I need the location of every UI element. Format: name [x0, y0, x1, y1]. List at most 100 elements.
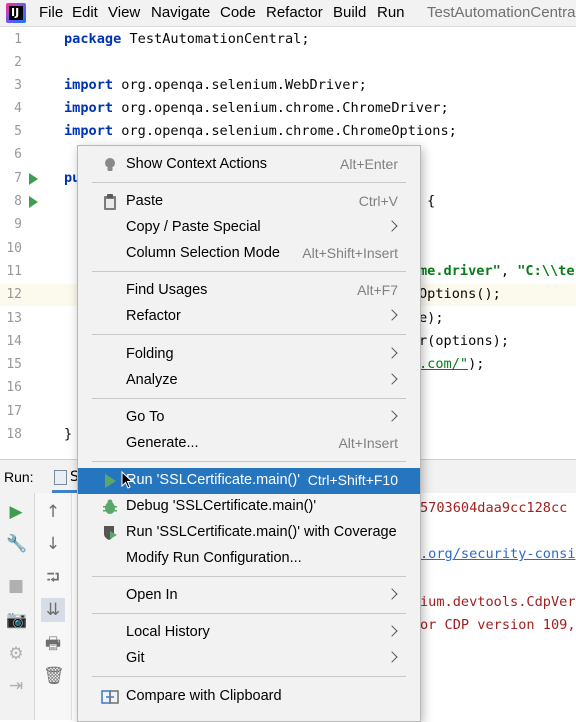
menu-item-find-usages[interactable]: Find Usages Alt+F7: [78, 278, 420, 304]
menu-item-folding[interactable]: Folding: [78, 342, 420, 368]
menu-item-open-in[interactable]: Open In: [78, 583, 420, 609]
menu-item-analyze[interactable]: Analyze: [78, 368, 420, 394]
soft-wrap-icon[interactable]: ⮒: [43, 568, 63, 588]
menu-view[interactable]: View: [108, 4, 140, 21]
code-line: r(options);: [419, 333, 510, 349]
debug-bug-icon: [103, 499, 117, 514]
menu-item-column-selection-mode[interactable]: Column Selection Mode Alt+Shift+Insert: [78, 241, 420, 267]
code-line: Options();: [419, 286, 501, 302]
menu-separator: [92, 461, 406, 462]
run-label: Run:: [4, 469, 34, 485]
wrench-icon[interactable]: 🔧: [6, 534, 27, 554]
arrow-down-icon[interactable]: ↓: [43, 534, 63, 554]
window-title: TestAutomationCentral: [427, 4, 576, 21]
menu-edit[interactable]: Edit: [72, 4, 98, 21]
line-number: 15: [6, 357, 22, 372]
line-number: 14: [6, 334, 22, 349]
menu-item-git[interactable]: Git: [78, 646, 420, 672]
scroll-to-end-icon[interactable]: ⇊: [41, 598, 65, 622]
line-number: 3: [14, 78, 22, 93]
menu-item-compare-with-clipboard[interactable]: Compare with Clipboard: [78, 684, 420, 710]
exit-icon[interactable]: ⇥: [6, 676, 26, 696]
clipboard-icon: [104, 194, 116, 210]
menu-navigate[interactable]: Navigate: [151, 4, 210, 21]
code-line: }: [64, 426, 73, 442]
arrow-up-icon[interactable]: ↑: [43, 502, 63, 522]
line-number: 13: [6, 311, 22, 326]
gear-icon[interactable]: ⚙: [6, 644, 26, 664]
stop-icon[interactable]: ■: [6, 576, 26, 596]
code-line: import org.openqa.selenium.chrome.Chrome…: [64, 123, 457, 139]
line-number: 9: [14, 217, 22, 232]
menu-item-copy-paste-special[interactable]: Copy / Paste Special: [78, 215, 420, 241]
menu-item-modify-run-configuration[interactable]: Modify Run Configuration...: [78, 546, 420, 572]
menu-refactor[interactable]: Refactor: [266, 4, 323, 21]
print-icon[interactable]: 🖶: [43, 634, 63, 654]
menu-separator: [92, 576, 406, 577]
line-number: 18: [6, 427, 22, 442]
code-line: .com/");: [419, 356, 485, 372]
file-icon: [54, 470, 67, 485]
console-line: ium.devtools.CdpVer: [420, 594, 576, 610]
line-number: 11: [6, 264, 22, 279]
menu-separator: [92, 398, 406, 399]
menu-item-run-with-coverage[interactable]: Run 'SSLCertificate.main()' with Coverag…: [78, 520, 420, 546]
run-icon: [105, 474, 116, 488]
line-number: 4: [14, 101, 22, 116]
menu-separator: [92, 613, 406, 614]
line-number: 6: [14, 147, 22, 162]
line-number: 17: [6, 404, 22, 419]
chevron-right-icon: [386, 410, 398, 422]
line-number: 10: [6, 241, 22, 256]
menu-item-generate[interactable]: Generate... Alt+Insert: [78, 431, 420, 457]
menu-build[interactable]: Build: [333, 4, 366, 21]
console-line: 5703604daa9cc128cc: [420, 500, 568, 516]
line-number: 1: [14, 32, 22, 47]
code-line: e);: [419, 310, 444, 326]
menu-item-paste[interactable]: Paste Ctrl+V: [78, 189, 420, 215]
console-line: or CDP version 109,: [420, 617, 576, 633]
menu-item-debug[interactable]: Debug 'SSLCertificate.main()': [78, 494, 420, 520]
menu-separator: [92, 182, 406, 183]
run-gutter-icon[interactable]: [29, 196, 38, 208]
run-toolbar-left: ▶ 🔧 ■ 📷 ⚙ ⇥: [0, 493, 35, 720]
coverage-shield-icon: [104, 526, 117, 540]
run-toolbar-right: ↑ ↓ ⮒ ⇊ 🖶 🗑: [35, 493, 72, 720]
line-number: 8: [14, 194, 22, 209]
menu-item-show-context-actions[interactable]: Show Context Actions Alt+Enter: [78, 152, 420, 178]
chevron-right-icon: [386, 588, 398, 600]
compare-icon: [101, 690, 119, 704]
menu-item-refactor[interactable]: Refactor: [78, 304, 420, 330]
chevron-right-icon: [386, 220, 398, 232]
console-link[interactable]: .org/security-consi: [420, 546, 576, 562]
chevron-right-icon: [386, 625, 398, 637]
code-line: {: [427, 193, 436, 209]
line-number: 7: [14, 171, 22, 186]
trash-icon[interactable]: 🗑: [43, 666, 65, 686]
mouse-cursor-icon: [121, 471, 133, 489]
menu-item-go-to[interactable]: Go To: [78, 405, 420, 431]
editor-context-menu: Show Context Actions Alt+Enter Paste Ctr…: [77, 145, 421, 722]
lightbulb-icon: [105, 158, 115, 171]
menu-file[interactable]: File: [39, 4, 63, 21]
chevron-right-icon: [386, 347, 398, 359]
rerun-icon[interactable]: ▶: [6, 502, 26, 522]
menu-code[interactable]: Code: [220, 4, 256, 21]
chevron-right-icon: [386, 373, 398, 385]
intellij-logo-icon[interactable]: IJ: [6, 3, 26, 23]
chevron-right-icon: [386, 651, 398, 663]
run-gutter-icon[interactable]: [29, 173, 38, 185]
menu-item-local-history[interactable]: Local History: [78, 620, 420, 646]
chevron-right-icon: [386, 309, 398, 321]
line-number: 12: [6, 287, 22, 302]
code-line: me.driver", "C:\\te: [419, 263, 575, 279]
menu-separator: [92, 676, 406, 677]
camera-icon[interactable]: 📷: [6, 610, 27, 630]
line-number: 5: [14, 124, 22, 139]
code-line: import org.openqa.selenium.chrome.Chrome…: [64, 100, 449, 116]
menu-separator: [92, 334, 406, 335]
code-line: import org.openqa.selenium.WebDriver;: [64, 77, 367, 93]
menu-run[interactable]: Run: [377, 4, 405, 21]
code-line: package TestAutomationCentral;: [64, 31, 310, 47]
line-number: 2: [14, 55, 22, 70]
